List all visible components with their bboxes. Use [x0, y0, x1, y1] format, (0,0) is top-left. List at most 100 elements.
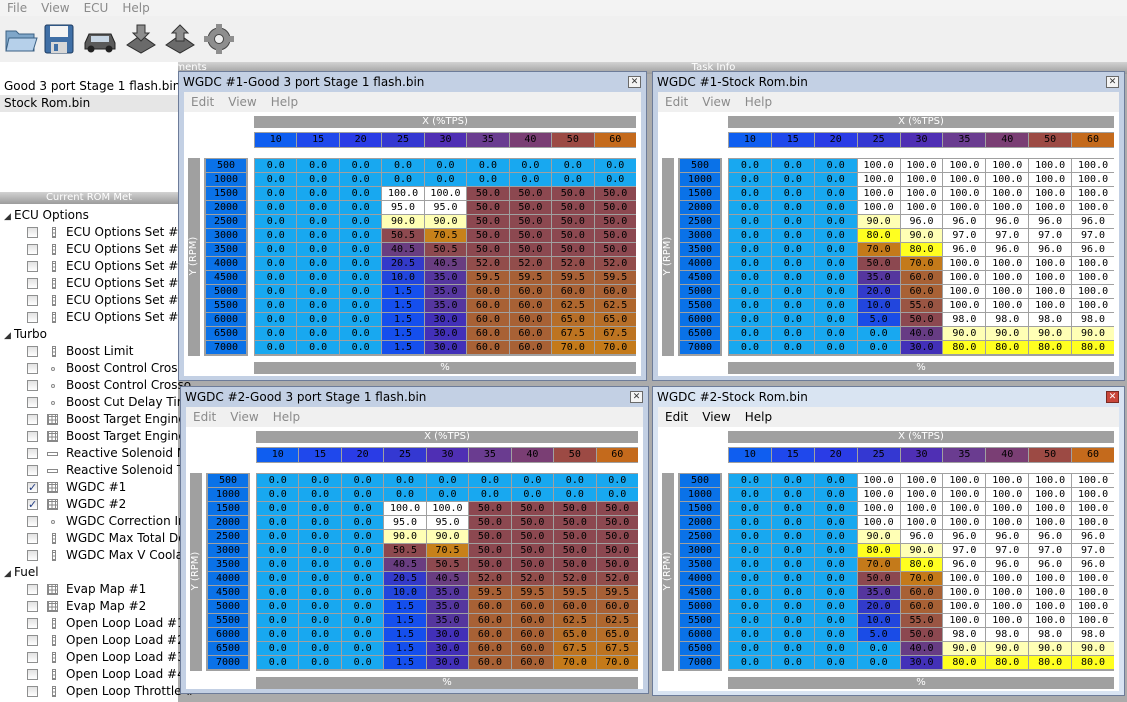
menu-view[interactable]: View: [34, 0, 76, 16]
table-cell[interactable]: 20.5: [384, 572, 426, 585]
table-cell[interactable]: 0.0: [814, 243, 857, 256]
table-cell[interactable]: 59.5: [469, 586, 511, 599]
table-cell[interactable]: 100.0: [1072, 299, 1114, 312]
table-cell[interactable]: 80.0: [900, 558, 943, 571]
table-cell[interactable]: 50.0: [509, 187, 552, 200]
table-cell[interactable]: 0.0: [729, 628, 771, 641]
table-cell[interactable]: 59.5: [554, 586, 596, 599]
table-cell[interactable]: 0.0: [255, 243, 297, 256]
table-cell[interactable]: 0.0: [297, 257, 339, 270]
table-cell[interactable]: 97.0: [1072, 544, 1114, 557]
table-cell[interactable]: 0.0: [814, 642, 857, 655]
table-cell[interactable]: 100.0: [943, 502, 986, 515]
window-menu-edit[interactable]: Edit: [186, 407, 223, 427]
table-cell[interactable]: 100.0: [857, 173, 900, 186]
table-cell[interactable]: 60.0: [511, 656, 554, 669]
y-axis-cell[interactable]: 1000: [206, 173, 246, 186]
table-cell[interactable]: 0.0: [297, 187, 339, 200]
table-cell[interactable]: 60.0: [467, 341, 509, 354]
table-cell[interactable]: 0.0: [339, 341, 382, 354]
y-axis-cell[interactable]: 6500: [680, 642, 720, 655]
tree-item[interactable]: ECU Options Set #1: [0, 224, 186, 241]
table-cell[interactable]: 0.0: [814, 656, 857, 669]
table-cell[interactable]: 97.0: [1072, 229, 1114, 242]
table-cell[interactable]: 0.0: [729, 614, 771, 627]
table-cell[interactable]: 67.5: [594, 327, 636, 340]
table-cell[interactable]: 0.0: [729, 327, 771, 340]
table-cell[interactable]: 50.0: [594, 229, 636, 242]
table-cell[interactable]: 100.0: [1072, 586, 1114, 599]
table-cell[interactable]: 0.0: [771, 656, 814, 669]
tree-item-checkbox[interactable]: [27, 414, 38, 425]
table-cell[interactable]: 96.0: [986, 215, 1029, 228]
y-axis-cell[interactable]: 5500: [680, 614, 720, 627]
table-cell[interactable]: 96.0: [900, 215, 943, 228]
table-cell[interactable]: 0.0: [814, 299, 857, 312]
x-axis-cell[interactable]: 15: [299, 448, 341, 462]
table-cell[interactable]: 0.0: [297, 327, 339, 340]
y-axis-cell[interactable]: 2000: [208, 516, 248, 529]
tree-item[interactable]: ECU Options Set #5: [0, 292, 186, 309]
table-cell[interactable]: 0.0: [384, 488, 426, 501]
table-cell[interactable]: 20.0: [857, 285, 900, 298]
table-cell[interactable]: 0.0: [255, 341, 297, 354]
table-cell[interactable]: 90.0: [382, 215, 424, 228]
table-cell[interactable]: 50.0: [467, 187, 509, 200]
table-cell[interactable]: 80.0: [986, 341, 1029, 354]
table-cell[interactable]: 100.0: [1072, 159, 1114, 172]
table-cell[interactable]: 0.0: [341, 544, 384, 557]
table-cell[interactable]: 0.0: [297, 285, 339, 298]
table-cell[interactable]: 40.0: [900, 327, 943, 340]
table-cell[interactable]: 0.0: [771, 285, 814, 298]
table-cell[interactable]: 100.0: [1072, 600, 1114, 613]
table-cell[interactable]: 0.0: [771, 313, 814, 326]
table-cell[interactable]: 100.0: [986, 600, 1029, 613]
table-cell[interactable]: 0.0: [255, 229, 297, 242]
table-cell[interactable]: 67.5: [554, 642, 596, 655]
x-axis-cell[interactable]: 15: [771, 448, 814, 462]
table-cell[interactable]: 90.0: [900, 544, 943, 557]
table-cell[interactable]: 80.0: [900, 243, 943, 256]
table-cell[interactable]: 50.0: [469, 530, 511, 543]
table-cell[interactable]: 0.0: [729, 600, 771, 613]
y-axis-cell[interactable]: 500: [680, 474, 720, 487]
table-cell[interactable]: 100.0: [857, 474, 900, 487]
table-cell[interactable]: 50.0: [509, 243, 552, 256]
table-cell[interactable]: 50.0: [467, 201, 509, 214]
table-cell[interactable]: 0.0: [341, 474, 384, 487]
table-cell[interactable]: 0.0: [467, 173, 509, 186]
table-cell[interactable]: 0.0: [257, 544, 299, 557]
table-cell[interactable]: 0.0: [552, 159, 594, 172]
table-cell[interactable]: 90.0: [943, 642, 986, 655]
window-menu-view[interactable]: View: [695, 407, 737, 427]
window-menu-view[interactable]: View: [223, 407, 265, 427]
table-cell[interactable]: 0.0: [771, 159, 814, 172]
table-cell[interactable]: 60.0: [469, 656, 511, 669]
table-cell[interactable]: 98.0: [943, 628, 986, 641]
table-cell[interactable]: 0.0: [257, 600, 299, 613]
x-axis-cell[interactable]: 60: [1072, 448, 1114, 462]
table-cell[interactable]: 100.0: [382, 187, 424, 200]
table-cell[interactable]: 65.0: [552, 313, 594, 326]
table-cell[interactable]: 0.0: [299, 628, 341, 641]
x-axis-cell[interactable]: 10: [729, 448, 771, 462]
table-cell[interactable]: 96.0: [943, 558, 986, 571]
tree-item[interactable]: Open Loop Load #3: [0, 649, 185, 666]
table-cell[interactable]: 0.0: [339, 313, 382, 326]
table-cell[interactable]: 20.0: [857, 600, 900, 613]
tree-item-checkbox[interactable]: [27, 244, 38, 255]
table-cell[interactable]: 100.0: [943, 173, 986, 186]
table-cell[interactable]: 0.0: [299, 474, 341, 487]
table-cell[interactable]: 0.0: [257, 586, 299, 599]
table-cell[interactable]: 60.0: [469, 600, 511, 613]
table-cell[interactable]: 0.0: [771, 558, 814, 571]
table-cell[interactable]: 0.0: [857, 341, 900, 354]
tree-item[interactable]: Evap Map #1: [0, 581, 178, 598]
table-cell[interactable]: 40.5: [426, 572, 469, 585]
table-cell[interactable]: 0.0: [297, 173, 339, 186]
table-cell[interactable]: 60.0: [511, 642, 554, 655]
table-cell[interactable]: 96.0: [1029, 215, 1072, 228]
table-cell[interactable]: 100.0: [1029, 285, 1072, 298]
table-cell[interactable]: 50.0: [900, 628, 943, 641]
window-menu-help[interactable]: Help: [266, 407, 307, 427]
